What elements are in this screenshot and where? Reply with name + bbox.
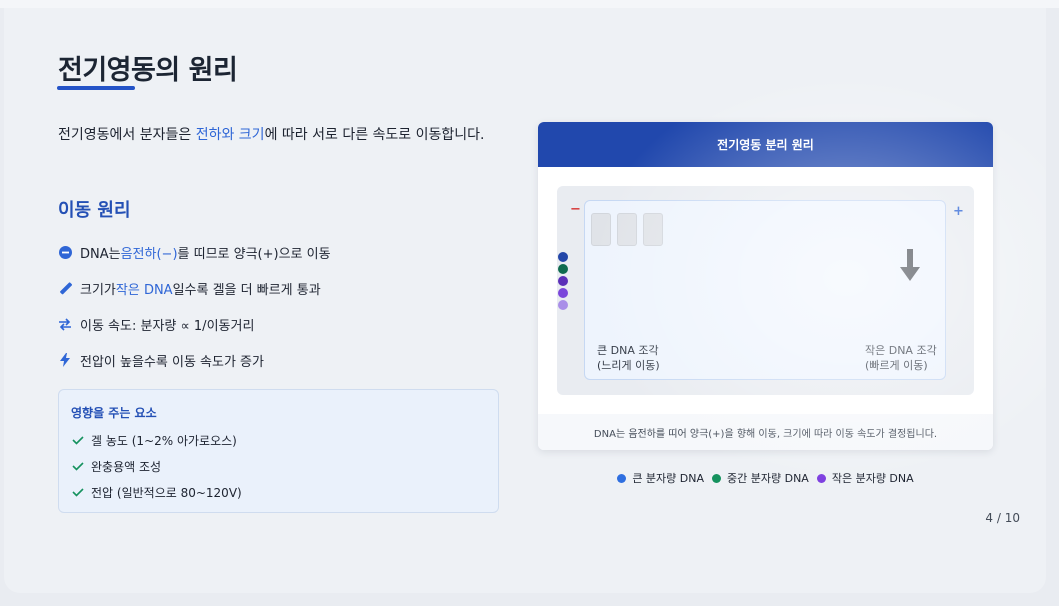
- legend-item: 작은 분자량 DNA: [816, 470, 914, 486]
- bullet-text: 크기가: [80, 282, 116, 298]
- bullet-highlight: 음전하(−): [120, 246, 178, 262]
- legend-dot: [712, 473, 722, 483]
- factors-title: 영향을 주는 요소: [71, 406, 157, 420]
- bullet-text: 전압이 높을수록 이동 속도가 증가: [80, 354, 264, 370]
- bullet-highlight: 작은 DNA: [115, 282, 173, 298]
- slide-title: 전기영동의 원리: [58, 55, 238, 86]
- small-fragment-note: (빠르게 이동): [865, 359, 928, 372]
- dna-dot: [558, 252, 568, 262]
- exchange-arrows-icon: [58, 317, 72, 331]
- large-fragment-note: (느리게 이동): [597, 359, 660, 372]
- gel-well: [617, 213, 637, 246]
- dna-dot: [558, 288, 568, 298]
- gel-well: [643, 213, 663, 246]
- dna-dot: [558, 300, 568, 310]
- factor-item: 전압 (일반적으로 80~120V): [71, 479, 486, 505]
- agarose-gel: 큰 DNA 조각 (느리게 이동) 작은 DNA 조각 (빠르게 이동): [584, 200, 946, 380]
- negative-electrode-label: −: [570, 202, 581, 217]
- title-underline: [57, 86, 135, 90]
- bullet-text: 이동 속도: 분자량 ∝ 1/이동거리: [80, 318, 255, 334]
- factor-text: 완충용액 조성: [91, 459, 162, 474]
- diagram-header: 전기영동 분리 원리: [538, 122, 993, 167]
- bullet-text-end: 를 띠므로 양극(+)으로 이동: [177, 246, 331, 262]
- bullet-text: DNA는: [80, 246, 121, 262]
- positive-electrode-label: +: [953, 204, 964, 219]
- bullet-text-end: 일수록 겔을 더 빠르게 통과: [172, 282, 321, 298]
- top-strip: [0, 0, 1059, 8]
- factor-text: 전압 (일반적으로 80~120V): [91, 485, 242, 500]
- ruler-icon: [58, 281, 72, 295]
- intro-text: 전기영동에서 분자들은: [58, 127, 196, 143]
- gel-chamber: − + 큰 DNA 조각 (느리게 이동) 작은 DNA 조각 (빠르게 이동): [557, 186, 974, 395]
- list-item: 크기가 작은 DNA 일수록 겔을 더 빠르게 통과: [58, 270, 508, 306]
- bolt-icon: [58, 353, 72, 367]
- legend-label: 큰 분자량 DNA: [632, 472, 705, 485]
- page-number: 4 / 10: [985, 511, 1020, 525]
- small-fragment-title: 작은 DNA 조각: [865, 344, 937, 357]
- large-fragment-title: 큰 DNA 조각: [597, 344, 659, 357]
- legend-dot: [816, 473, 826, 483]
- check-icon: [72, 462, 84, 471]
- dna-dot: [558, 264, 568, 274]
- factor-item: 겔 농도 (1~2% 아가로오스): [71, 427, 486, 453]
- list-item: DNA는 음전하(−) 를 띠므로 양극(+)으로 이동: [58, 234, 508, 270]
- factors-box: 영향을 주는 요소 겔 농도 (1~2% 아가로오스) 완충용액 조성 전압 (…: [58, 389, 499, 513]
- factor-item: 완충용액 조성: [71, 453, 486, 479]
- arrow-down-icon: [900, 249, 920, 281]
- intro-text-end: 에 따라 서로 다른 속도로 이동합니다.: [264, 127, 485, 143]
- legend-dot: [617, 473, 627, 483]
- factor-text: 겔 농도 (1~2% 아가로오스): [91, 433, 237, 448]
- diagram-card: 전기영동 분리 원리 − + 큰 DNA 조각 (느리게 이동) 작은 DNA …: [538, 122, 993, 450]
- slide: 전기영동의 원리 전기영동에서 분자들은 전하와 크기에 따라 서로 다른 속도…: [4, 8, 1046, 593]
- legend-item: 큰 분자량 DNA: [617, 470, 704, 486]
- diagram-caption: DNA는 음전하를 띠어 양극(+)을 향해 이동, 크기에 따라 이동 속도가…: [538, 414, 993, 450]
- small-fragment-label: 작은 DNA 조각 (빠르게 이동): [865, 343, 937, 373]
- legend-label: 작은 분자량 DNA: [831, 472, 914, 485]
- list-item: 이동 속도: 분자량 ∝ 1/이동거리: [58, 306, 508, 342]
- legend-item: 중간 분자량 DNA: [712, 470, 809, 486]
- principle-list: DNA는 음전하(−) 를 띠므로 양극(+)으로 이동 크기가 작은 DNA 일수…: [58, 234, 508, 378]
- legend: 큰 분자량 DNA 중간 분자량 DNA 작은 분자량 DNA: [538, 470, 993, 486]
- section-heading: 이동 원리: [58, 200, 131, 221]
- large-fragment-label: 큰 DNA 조각 (느리게 이동): [597, 343, 660, 373]
- intro-highlight: 전하와 크기: [195, 127, 265, 143]
- minus-circle-icon: [58, 245, 72, 259]
- dna-dot: [558, 276, 568, 286]
- check-icon: [72, 436, 84, 445]
- intro-paragraph: 전기영동에서 분자들은 전하와 크기에 따라 서로 다른 속도로 이동합니다.: [58, 122, 508, 149]
- list-item: 전압이 높을수록 이동 속도가 증가: [58, 342, 508, 378]
- check-icon: [72, 488, 84, 497]
- legend-label: 중간 분자량 DNA: [727, 472, 809, 485]
- gel-well: [591, 213, 611, 246]
